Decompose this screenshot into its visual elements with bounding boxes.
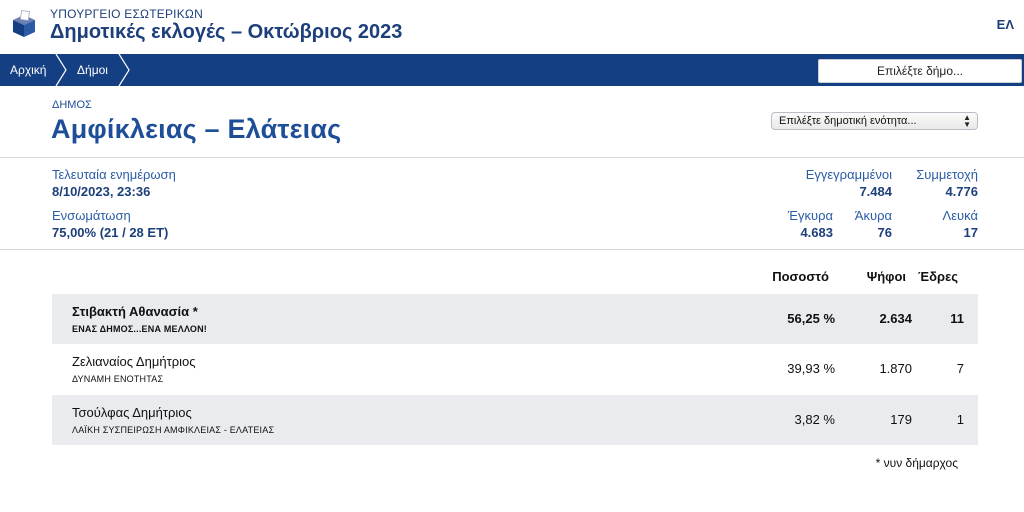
- candidate-name: Ζελιαναίος Δημήτριος: [72, 354, 196, 369]
- updown-chevron-icon: ▲ ▼: [963, 113, 971, 129]
- invalid-label: Άκυρα: [854, 208, 892, 223]
- municipal-unit-select-label: Επιλέξτε δημοτική ενότητα...: [779, 115, 917, 127]
- page-title: Αμφίκλειας – Ελάτειας: [51, 114, 342, 144]
- ministry-name: ΥΠΟΥΡΓΕΙΟ ΕΣΩΤΕΡΙΚΩΝ: [50, 7, 203, 21]
- table-row: Ζελιαναίος Δημήτριος ΔΥΝΑΜΗ ΕΝΟΤΗΤΑΣ 39,…: [52, 344, 978, 394]
- site-header: ΥΠΟΥΡΓΕΙΟ ΕΣΩΤΕΡΙΚΩΝ Δημοτικές εκλογές –…: [0, 0, 1024, 54]
- breadcrumb-bar: Αρχική Δήμοι Επιλέξτε δήμο...: [0, 54, 1024, 86]
- municipality-label: ΔΗΜΟΣ: [52, 99, 92, 111]
- language-switch[interactable]: ΕΛ: [997, 17, 1014, 32]
- valid-value: 4.683: [800, 225, 833, 240]
- candidate-name: Στιβακτή Αθανασία *: [72, 304, 198, 319]
- site-title[interactable]: Δημοτικές εκλογές – Οκτώβριος 2023: [50, 21, 402, 44]
- party-name: ΕΝΑΣ ΔΗΜΟΣ...ΕΝΑ ΜΕΛΛΟΝ!: [72, 324, 208, 334]
- registered-label: Εγγεγραμμένοι: [805, 167, 892, 182]
- integration-label: Ενσωμάτωση: [52, 208, 131, 223]
- invalid-value: 76: [877, 225, 892, 240]
- party-name: ΛΑΪΚΗ ΣΥΣΠΕΙΡΩΣΗ ΑΜΦΙΚΛΕΙΑΣ - ΕΛΑΤΕΙΑΣ: [72, 425, 275, 435]
- percent-cell: 56,25 %: [787, 311, 835, 326]
- municipality-select[interactable]: Επιλέξτε δήμο...: [818, 59, 1022, 83]
- footnote: * νυν δήμαρχος: [875, 456, 958, 470]
- seats-cell: 1: [956, 412, 964, 427]
- integration-value: 75,00% (21 / 28 ΕΤ): [52, 225, 169, 240]
- blank-value: 17: [963, 225, 978, 240]
- municipal-unit-select[interactable]: Επιλέξτε δημοτική ενότητα... ▲ ▼: [771, 112, 978, 130]
- breadcrumb-home[interactable]: Αρχική: [10, 54, 46, 86]
- last-update-label: Τελευταία ενημέρωση: [52, 167, 176, 182]
- last-update-value: 8/10/2023, 23:36: [52, 184, 151, 199]
- registered-value: 7.484: [859, 184, 892, 199]
- votes-cell: 2.634: [879, 311, 912, 326]
- table-row: Στιβακτή Αθανασία * ΕΝΑΣ ΔΗΜΟΣ...ΕΝΑ ΜΕΛ…: [52, 294, 978, 344]
- column-header-percent: Ποσοστό: [772, 269, 829, 284]
- chevron-right-icon: [118, 54, 130, 86]
- chevron-right-icon: [55, 54, 67, 86]
- turnout-label: Συμμετοχή: [916, 167, 978, 182]
- column-header-votes: Ψήφοι: [866, 269, 906, 284]
- column-header-seats: Έδρες: [918, 269, 958, 284]
- divider: [0, 157, 1024, 158]
- blank-label: Λευκά: [942, 208, 978, 223]
- seats-cell: 7: [956, 361, 964, 376]
- percent-cell: 3,82 %: [794, 412, 835, 427]
- turnout-value: 4.776: [945, 184, 978, 199]
- valid-label: Έγκυρα: [787, 208, 833, 223]
- divider: [0, 249, 1024, 250]
- candidate-name: Τσούλφας Δημήτριος: [72, 405, 192, 420]
- ballot-box-icon[interactable]: [10, 10, 38, 38]
- percent-cell: 39,93 %: [787, 361, 835, 376]
- votes-cell: 179: [890, 412, 912, 427]
- breadcrumb-municipalities[interactable]: Δήμοι: [77, 54, 108, 86]
- table-row: Τσούλφας Δημήτριος ΛΑΪΚΗ ΣΥΣΠΕΙΡΩΣΗ ΑΜΦΙ…: [52, 395, 978, 445]
- votes-cell: 1.870: [879, 361, 912, 376]
- party-name: ΔΥΝΑΜΗ ΕΝΟΤΗΤΑΣ: [72, 374, 164, 384]
- seats-cell: 11: [950, 311, 964, 326]
